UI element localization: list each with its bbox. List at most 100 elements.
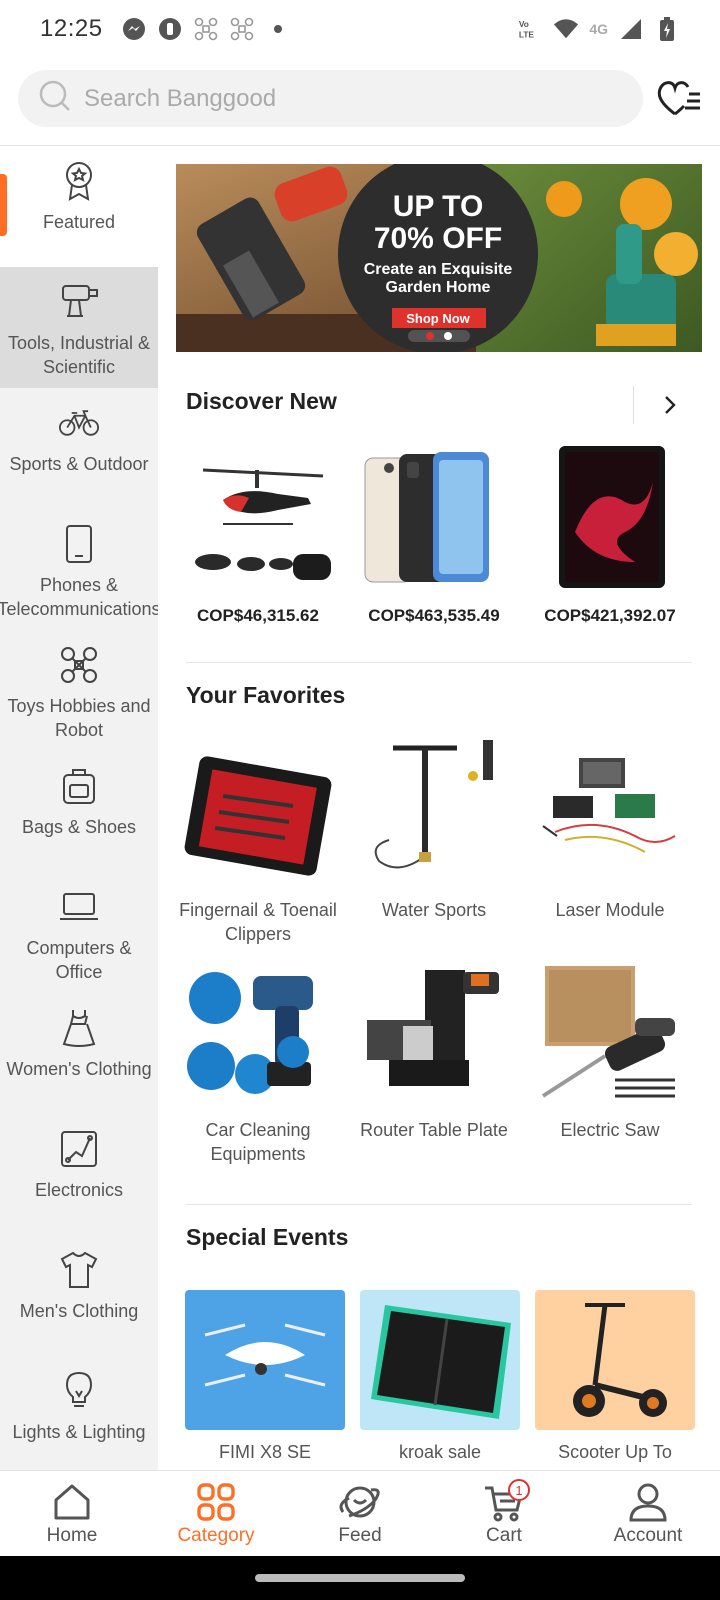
sidebar-item-mens-clothing[interactable]: Men's Clothing [0,1235,158,1356]
nav-feed[interactable]: Feed [288,1471,432,1556]
nav-account[interactable]: Account [576,1471,720,1556]
sidebar-item-label: Tools, Industrial & Scientific [7,333,151,377]
search-input[interactable]: Search Banggood [18,70,643,127]
nav-label: Cart [486,1525,522,1546]
sidebar-item-womens-clothing[interactable]: Women's Clothing [0,993,158,1114]
favorite-name: Car Cleaning Equipments [205,1120,311,1164]
svg-text:Vo: Vo [519,19,529,29]
shop-now-label: Shop Now [406,311,470,326]
drone-notification-icon [193,16,219,42]
special-event-card[interactable]: kroak sale [360,1290,520,1464]
favorite-name: Laser Module [555,900,665,920]
promo-banner[interactable]: UP TO 70% OFF Create an Exquisite Garden… [176,164,702,352]
star-badge-icon [59,160,99,202]
category-sidebar: Featured Tools, Industrial & Scientific … [0,146,158,1470]
pagination-dot [444,332,452,340]
pagination-dot-active [426,332,434,340]
home-gesture-handle[interactable] [255,1574,465,1582]
favorite-category-card[interactable]: Fingernail & Toenail Clippers [178,736,338,946]
battery-icon [654,16,680,42]
nav-label: Home [46,1525,98,1546]
banner-subline-1: Create an Exquisite [364,261,513,278]
category-grid-icon [194,1481,238,1523]
discover-product-card[interactable]: COP$463,535.49 [354,442,514,626]
sidebar-item-electronics[interactable]: Electronics [0,1114,158,1235]
sidebar-item-label: Men's Clothing [19,1301,139,1321]
favorite-category-card[interactable]: Laser Module [530,736,690,922]
favorite-category-card[interactable]: Electric Saw [530,956,690,1142]
sidebar-item-label: Women's Clothing [6,1059,152,1079]
solar-panel-image [371,1305,511,1419]
product-image-pump [359,736,509,886]
product-image-helicopter [183,442,333,592]
bulb-icon [59,1370,99,1412]
favorite-category-card[interactable]: Car Cleaning Equipments [178,956,338,1166]
sidebar-item-featured[interactable]: Featured [0,146,158,267]
sidebar-item-phones[interactable]: Phones & Telecommunications [0,509,158,630]
favorite-category-card[interactable]: Water Sports [354,736,514,922]
category-content: UP TO 70% OFF Create an Exquisite Garden… [158,146,720,1470]
sidebar-item-label: Toys Hobbies and Robot [7,696,151,740]
favorite-category-card[interactable]: Router Table Plate [354,956,514,1142]
special-event-card[interactable]: FIMI X8 SE [185,1290,345,1464]
event-tile-fimi [185,1290,345,1430]
discover-product-card[interactable]: COP$46,315.62 [178,442,338,626]
discover-product-card[interactable]: COP$421,392.07 [530,442,690,626]
favorite-name: Water Sports [381,900,487,920]
nav-category[interactable]: Category [144,1471,288,1556]
wishlist-button[interactable] [655,76,703,120]
system-navigation-bar [0,1556,720,1600]
sidebar-item-toys[interactable]: Toys Hobbies and Robot [0,630,158,751]
product-price: COP$46,315.62 [197,606,319,625]
dress-icon [59,1007,99,1049]
discover-more-button[interactable] [633,386,705,424]
product-image-router-plate [359,956,509,1106]
volte-icon: Vo LTE [517,16,543,42]
bag-icon [59,765,99,807]
search-placeholder: Search Banggood [84,84,277,112]
circuit-icon [59,1128,99,1170]
sidebar-item-computers[interactable]: Computers & Office [0,872,158,993]
sidebar-item-lights[interactable]: Lights & Lighting [0,1356,158,1470]
drill-icon [59,281,99,323]
messenger-icon [121,16,147,42]
special-event-card[interactable]: Scooter Up To [535,1290,695,1464]
sidebar-item-label: Electronics [34,1180,124,1200]
product-price: COP$421,392.07 [544,606,676,625]
bicycle-icon [59,402,99,444]
sidebar-item-tools[interactable]: Tools, Industrial & Scientific [0,267,158,388]
system-icons: Vo LTE 4G [517,16,680,42]
svg-text:LTE: LTE [519,29,535,39]
nav-label: Category [177,1525,255,1546]
home-icon [50,1481,94,1523]
nav-home[interactable]: Home [0,1471,144,1556]
drone-notification-icon-2 [229,16,255,42]
sidebar-item-label: Phones & Telecommunications [0,575,158,619]
banner-pagination [408,330,470,342]
sidebar-item-sports[interactable]: Sports & Outdoor [0,388,158,509]
user-icon [626,1481,670,1523]
event-label: FIMI X8 SE [218,1442,312,1462]
drone-product-image [204,1323,326,1387]
laptop-icon [59,886,99,928]
product-image-drill-brushes [183,956,333,1106]
wifi-icon [553,16,579,42]
more-notifications-dot-icon [265,16,291,42]
nav-cart[interactable]: 1 Cart [432,1471,576,1556]
bottom-navigation: Home Category Feed 1 Cart Account [0,1470,720,1556]
notification-icons [121,16,291,42]
app-screen: 12:25 Vo LTE 4G Search Banggood Featured… [0,0,720,1600]
banner-headline-1: UP TO [393,190,484,223]
scooter-image [573,1303,667,1417]
discover-new-title: Discover New [186,388,337,414]
sidebar-item-label: Computers & Office [26,938,132,982]
nav-label: Account [613,1525,683,1546]
sidebar-item-bags[interactable]: Bags & Shoes [0,751,158,872]
section-divider [186,1204,692,1205]
sidebar-item-label: Bags & Shoes [21,817,137,837]
app-notification-icon [157,16,183,42]
event-label: Scooter Up To [558,1442,672,1462]
favorite-name: Router Table Plate [360,1120,508,1140]
product-image-tablet [535,442,685,592]
sidebar-item-label: Lights & Lighting [12,1422,146,1442]
